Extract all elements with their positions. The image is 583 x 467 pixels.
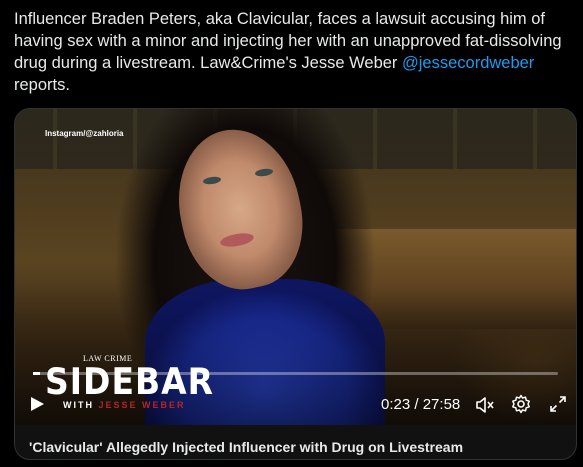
logo-title: SIDEBAR <box>45 360 215 403</box>
logo-host: WITH JESSE WEBER <box>63 400 186 410</box>
video-caption[interactable]: 'Clavicular' Allegedly Injected Influenc… <box>29 439 463 455</box>
post-body-end: reports. <box>14 76 70 94</box>
settings-button[interactable] <box>511 394 531 414</box>
progress-fill <box>33 372 41 375</box>
photo-credit: Instagram/@zahloria <box>45 129 124 138</box>
logo-host-name: JESSE WEBER <box>98 400 186 410</box>
mute-button[interactable] <box>475 395 495 415</box>
show-logo: LAW CRIME SIDEBAR WITH JESSE WEBER <box>45 354 225 414</box>
settings-icon <box>512 394 530 414</box>
fullscreen-button[interactable] <box>549 395 567 413</box>
time-separator: / <box>414 396 419 413</box>
post-text: Influencer Braden Peters, aka Clavicular… <box>14 8 574 96</box>
video-card[interactable]: Instagram/@zahloria LAW CRIME SIDEBAR WI… <box>14 108 577 460</box>
mention-link[interactable]: @jessecordweber <box>402 54 534 72</box>
time-display: 0:23 / 27:58 <box>381 396 460 413</box>
logo-with: WITH <box>63 400 94 410</box>
progress-bar[interactable] <box>33 372 558 375</box>
mute-icon <box>476 397 494 413</box>
play-icon <box>31 397 44 411</box>
play-button[interactable] <box>29 396 45 412</box>
video-player[interactable]: Instagram/@zahloria LAW CRIME SIDEBAR WI… <box>15 109 576 425</box>
duration: 27:58 <box>422 396 461 413</box>
fullscreen-icon <box>550 396 566 412</box>
current-time: 0:23 <box>381 396 411 413</box>
